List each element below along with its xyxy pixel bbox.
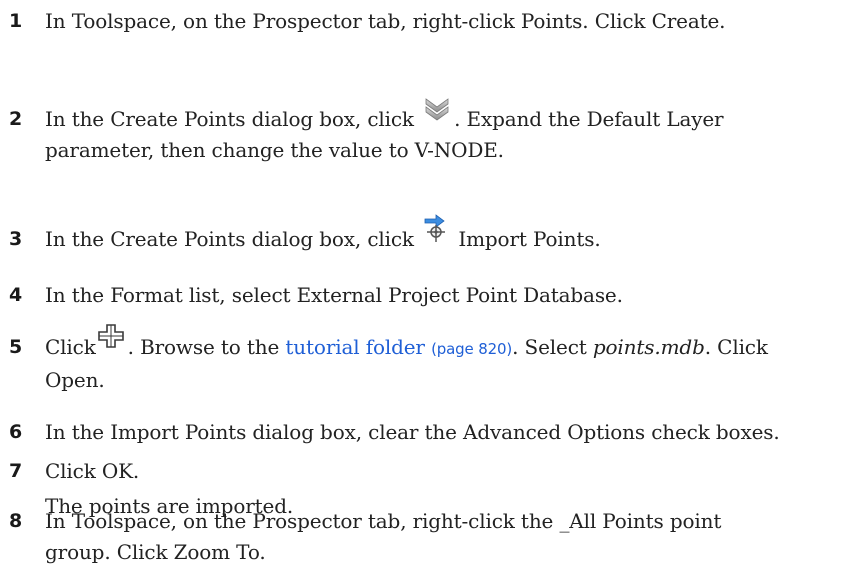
step-text: In the Create Points dialog box, click I… (45, 214, 835, 255)
step-number: 3 (9, 228, 23, 250)
step-text: Click . Browse to the tutorial folder (p… (45, 324, 835, 396)
step-text: In Toolspace, on the Prospector tab, rig… (45, 509, 722, 564)
step-number: 4 (9, 284, 23, 306)
step-number: 2 (9, 108, 23, 130)
page-reference-link[interactable]: (page 820) (431, 340, 512, 358)
step-text: In the Import Points dialog box, clear t… (45, 420, 780, 444)
add-file-icon (97, 323, 125, 358)
tutorial-folder-link[interactable]: tutorial folder (285, 335, 425, 359)
import-points-icon (422, 213, 450, 252)
step-number: 8 (9, 510, 23, 532)
step-text: In Toolspace, on the Prospector tab, rig… (45, 9, 726, 33)
step-number: 6 (9, 421, 23, 443)
file-name: points.mdb (592, 335, 705, 359)
step-number: 7 (9, 460, 23, 482)
step-number: 1 (9, 10, 23, 32)
expand-chevrons-icon (424, 96, 450, 131)
step-text: In the Create Points dialog box, click .… (45, 98, 835, 166)
step-number: 5 (9, 336, 23, 358)
step-text: In the Format list, select External Proj… (45, 283, 623, 307)
